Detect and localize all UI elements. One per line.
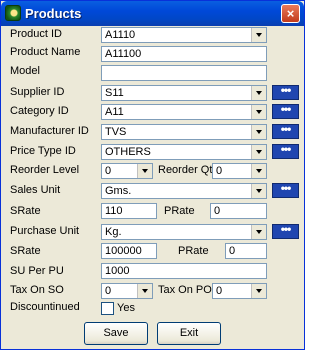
chevron-down-icon[interactable] [251, 284, 266, 298]
supplier-id-value: S11 [105, 87, 124, 99]
supplier-lookup-button[interactable]: ••• [272, 84, 299, 100]
chevron-down-icon[interactable] [137, 164, 152, 178]
tax-on-so-label: Tax On SO [10, 284, 64, 296]
su-per-pu-field[interactable]: 1000 [101, 263, 267, 279]
exit-button[interactable]: Exit [157, 322, 221, 345]
s-rate-purchase-field[interactable]: 100000 [101, 243, 157, 259]
price-type-id-value: OTHERS [105, 146, 151, 158]
discontinued-option-label: Yes [117, 302, 135, 314]
reorder-level-label: Reorder Level [10, 164, 80, 176]
discontinued-label: Discountinued [10, 301, 80, 313]
tax-on-po-combo[interactable]: 0 [212, 283, 267, 299]
s-rate-purchase-label: SRate [10, 245, 41, 257]
price-type-id-label: Price Type ID [10, 145, 76, 157]
close-button[interactable]: × [281, 4, 300, 23]
su-per-pu-label: SU Per PU [10, 265, 64, 277]
title-bar: Products × [1, 1, 304, 26]
price-type-lookup-button[interactable]: ••• [272, 143, 299, 159]
purchase-unit-combo[interactable]: Kg. [101, 224, 267, 240]
products-window: Products × Product ID A1110 Product Name… [0, 0, 305, 350]
reorder-qty-value: 0 [216, 165, 223, 177]
chevron-down-icon[interactable] [251, 86, 266, 100]
tax-on-po-value: 0 [216, 285, 223, 297]
manufacturer-lookup-button[interactable]: ••• [272, 123, 299, 139]
reorder-qty-combo[interactable]: 0 [212, 163, 267, 179]
p-rate-field[interactable]: 0 [210, 203, 267, 219]
purchase-unit-label: Purchase Unit [10, 225, 80, 237]
p-rate-label: PRate [164, 205, 195, 217]
product-name-field[interactable]: A11100 [101, 46, 267, 62]
tax-on-so-value: 0 [105, 285, 112, 297]
chevron-down-icon[interactable] [251, 145, 266, 159]
model-field[interactable] [101, 65, 267, 81]
reorder-level-combo[interactable]: 0 [101, 163, 153, 179]
purchase-unit-value: Kg. [105, 226, 122, 238]
p-rate-purchase-label: PRate [178, 245, 209, 257]
manufacturer-id-label: Manufacturer ID [10, 125, 89, 137]
supplier-id-label: Supplier ID [10, 86, 65, 98]
window-title: Products [25, 6, 82, 21]
model-label: Model [10, 65, 40, 77]
s-rate-label: SRate [10, 205, 41, 217]
sales-unit-combo[interactable]: Gms. [101, 183, 267, 199]
purchase-unit-lookup-button[interactable]: ••• [272, 223, 299, 239]
category-id-value: A11 [105, 106, 124, 118]
chevron-down-icon[interactable] [251, 28, 266, 42]
manufacturer-id-value: TVS [105, 126, 127, 138]
chevron-down-icon[interactable] [251, 225, 266, 239]
sales-unit-value: Gms. [105, 185, 132, 197]
chevron-down-icon[interactable] [251, 184, 266, 198]
s-rate-field[interactable]: 110 [101, 203, 157, 219]
category-lookup-button[interactable]: ••• [272, 103, 299, 119]
chevron-down-icon[interactable] [251, 164, 266, 178]
product-id-value: A1110 [105, 29, 136, 41]
reorder-qty-label: Reorder Qty [158, 164, 218, 176]
discontinued-checkbox[interactable] [101, 302, 114, 315]
price-type-id-combo[interactable]: OTHERS [101, 144, 267, 160]
category-id-label: Category ID [10, 105, 69, 117]
category-id-combo[interactable]: A11 [101, 104, 267, 120]
sales-unit-label: Sales Unit [10, 184, 61, 196]
chevron-down-icon[interactable] [137, 284, 152, 298]
manufacturer-id-combo[interactable]: TVS [101, 124, 267, 140]
chevron-down-icon[interactable] [251, 105, 266, 119]
chevron-down-icon[interactable] [251, 125, 266, 139]
tax-on-so-combo[interactable]: 0 [101, 283, 153, 299]
product-id-combo[interactable]: A1110 [101, 27, 267, 43]
product-id-label: Product ID [10, 28, 62, 40]
reorder-level-value: 0 [105, 165, 112, 177]
sales-unit-lookup-button[interactable]: ••• [272, 182, 299, 198]
p-rate-purchase-field[interactable]: 0 [225, 243, 267, 259]
tax-on-po-label: Tax On PO [158, 284, 212, 296]
product-name-label: Product Name [10, 46, 81, 58]
app-icon [5, 5, 21, 21]
save-button[interactable]: Save [84, 322, 148, 345]
supplier-id-combo[interactable]: S11 [101, 85, 267, 101]
